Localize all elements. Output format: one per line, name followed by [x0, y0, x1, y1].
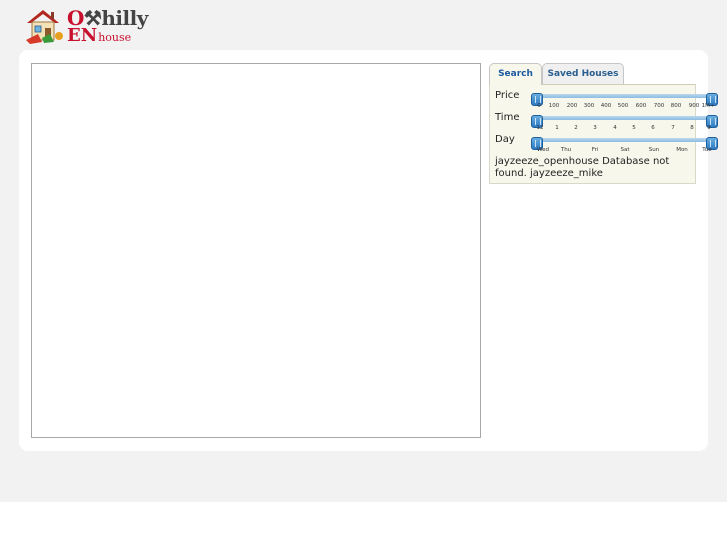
price-tick: 100 [548, 103, 560, 109]
time-tick: 6 [651, 125, 655, 131]
status-message: jayzeeze_openhouse Database not found. j… [495, 156, 670, 179]
logo-word-house: house [98, 31, 132, 44]
tab-search[interactable]: Search [489, 63, 542, 85]
time-tick: 2 [574, 125, 578, 131]
day-tick: Thu [560, 147, 572, 153]
time-tick: 12 [536, 125, 544, 131]
tab-saved-houses[interactable]: Saved Houses [542, 63, 624, 84]
time-label: Time [495, 112, 520, 123]
price-tick: 1M+ [701, 103, 715, 109]
time-tick: 7 [671, 125, 675, 131]
price-tick: 300 [583, 103, 595, 109]
price-slider-track[interactable] [531, 93, 718, 106]
time-tick: 8 [690, 125, 694, 131]
logo-letters-en: EN [67, 25, 98, 46]
search-panel: Price 0 100 200 300 400 500 600 700 800 … [489, 84, 718, 184]
price-slider-row: Price 0 100 200 300 400 500 600 700 800 … [490, 90, 718, 112]
time-slider-row: Time 12 1 2 3 4 5 6 7 8 9 [490, 112, 718, 134]
day-ticks: Wed Thu Fri Sat Sun Mon Tue [530, 147, 715, 155]
price-label: Price [495, 90, 520, 101]
time-tick: 1 [555, 125, 559, 131]
day-tick: Sun [648, 147, 660, 153]
time-ticks: 12 1 2 3 4 5 6 7 8 9 [530, 125, 715, 133]
day-tick: Tue [702, 147, 712, 153]
price-tick: 0 [537, 103, 541, 109]
time-tick: 5 [632, 125, 636, 131]
day-slider-row: Day Wed Thu Fri Sat Sun Mon Tue [490, 134, 718, 156]
day-tick: Mon [676, 147, 688, 153]
day-tick: Wed [537, 147, 549, 153]
price-ticks: 0 100 200 300 400 500 600 700 800 900 1M… [530, 103, 715, 111]
day-label: Day [495, 134, 515, 145]
house-icon [26, 10, 63, 44]
price-tick: 500 [617, 103, 629, 109]
day-tick: Sat [620, 147, 630, 153]
price-tick: 700 [653, 103, 665, 109]
day-slider-track[interactable] [531, 137, 718, 150]
time-tick: 3 [593, 125, 597, 131]
price-tick: 600 [635, 103, 647, 109]
time-tick: 4 [613, 125, 617, 131]
map-area[interactable] [31, 63, 481, 438]
time-slider-track[interactable] [531, 115, 718, 128]
price-tick: 900 [688, 103, 700, 109]
price-tick: 200 [566, 103, 578, 109]
day-tick: Fri [591, 147, 599, 153]
site-logo[interactable]: O⚒hilly ENhouse [24, 6, 154, 46]
price-tick: 400 [600, 103, 612, 109]
time-tick: 9 [707, 125, 711, 131]
price-tick: 800 [670, 103, 682, 109]
